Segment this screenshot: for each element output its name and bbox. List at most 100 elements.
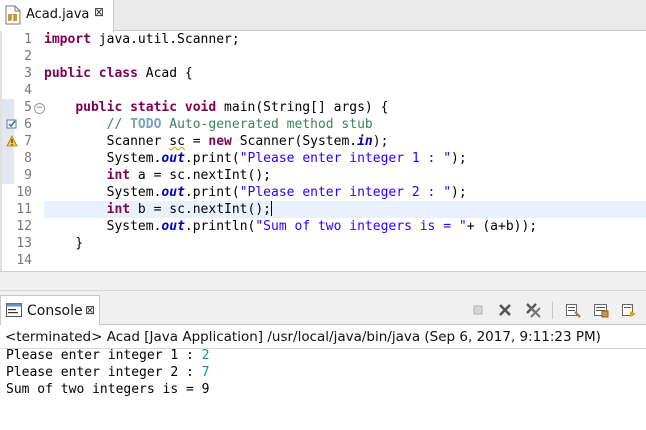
static-field: out xyxy=(161,151,185,166)
code-line: System.out.print("Please enter integer 1… xyxy=(44,150,467,167)
code-text: Scanner(System. xyxy=(231,134,358,149)
string-literal: "Please enter integer 1 : " xyxy=(239,151,452,166)
clear-console-icon[interactable] xyxy=(565,302,581,318)
code-text: b = sc.nextInt(); xyxy=(130,202,271,217)
line-number: 4 xyxy=(24,83,32,98)
line-number: 9 xyxy=(24,168,32,183)
static-field: out xyxy=(161,185,185,200)
line-number: 14 xyxy=(16,253,32,268)
remove-all-terminated-icon[interactable] xyxy=(525,302,541,318)
string-literal: "Please enter integer 2 : " xyxy=(239,185,452,200)
editor-tab-bar: J Acad.java ⊠ xyxy=(0,0,646,31)
keyword: int xyxy=(106,168,131,183)
console-output-line: Please enter integer 2 : 7 xyxy=(6,364,210,381)
console-tab[interactable]: Console ⊠ xyxy=(0,295,100,325)
line-number: 1 xyxy=(24,32,32,47)
process-status-label: <terminated> Acad [Java Application] /us… xyxy=(5,329,601,345)
editor-tab-acad-java[interactable]: J Acad.java ⊠ xyxy=(0,0,114,31)
close-icon[interactable]: ⊠ xyxy=(85,303,95,317)
code-text: = xyxy=(184,134,209,149)
code-text: main(String[] args) { xyxy=(216,100,389,115)
keyword: public xyxy=(44,66,91,81)
pin-console-icon[interactable] xyxy=(621,302,637,318)
line-number: 11 xyxy=(16,202,32,217)
remove-launch-icon[interactable] xyxy=(497,302,513,318)
code-text: ); xyxy=(451,151,467,166)
code-line: int a = sc.nextInt(); xyxy=(44,167,271,184)
todo-tag: TODO xyxy=(130,117,162,132)
code-line: // TODO Auto-generated method stub xyxy=(44,116,373,133)
stdout-text: Please enter integer 1 : xyxy=(6,348,202,363)
keyword: class xyxy=(98,66,138,81)
code-text: + (a+b)); xyxy=(466,219,538,234)
line-number: 10 xyxy=(16,185,32,200)
console-tab-title: Console xyxy=(27,303,83,319)
line-number: 5 xyxy=(24,100,32,115)
code-text: a = sc.nextInt(); xyxy=(130,168,271,183)
code-line: Scanner sc = new Scanner(System.in); xyxy=(44,133,389,150)
comment: Auto-generated method stub xyxy=(161,117,373,132)
console-output-line: Please enter integer 1 : 2 xyxy=(6,347,210,364)
line-number: 8 xyxy=(24,151,32,166)
code-text: ); xyxy=(372,134,389,149)
code-line: } xyxy=(44,235,83,252)
close-icon[interactable]: ⊠ xyxy=(94,5,104,19)
code-text: System. xyxy=(106,219,162,234)
static-field: in xyxy=(357,134,373,149)
code-text: ); xyxy=(451,185,467,200)
code-text: System. xyxy=(106,185,162,200)
console-output-line: Sum of two integers is = 9 xyxy=(6,381,210,398)
line-number: 13 xyxy=(16,236,32,251)
stdin-text: 2 xyxy=(201,348,210,363)
code-line-current: int b = sc.nextInt(); xyxy=(44,201,272,218)
code-line: public class Acad { xyxy=(44,65,193,82)
line-number: 2 xyxy=(24,49,32,64)
stdin-text: 7 xyxy=(201,365,210,380)
console-tab-bar: Console ⊠ xyxy=(0,291,646,325)
line-number: 3 xyxy=(24,66,32,81)
variable-with-warning: sc xyxy=(169,134,185,149)
line-number: 12 xyxy=(16,219,32,234)
code-editor[interactable]: 1 2 3 4 5 6 7 8 9 10 11 12 13 14 − impor… xyxy=(0,31,646,287)
view-divider[interactable] xyxy=(0,271,646,291)
java-file-icon: J xyxy=(5,5,21,25)
code-line: System.out.println("Sum of two integers … xyxy=(44,218,538,235)
string-literal: "Sum of two integers is = " xyxy=(255,219,467,234)
line-number: 7 xyxy=(24,134,32,149)
keyword: public xyxy=(75,100,123,115)
keyword: static xyxy=(130,100,178,115)
code-text: .print( xyxy=(184,151,240,166)
keyword: void xyxy=(184,100,217,115)
code-line: public static void main(String[] args) { xyxy=(44,99,388,116)
console-output-area[interactable]: <terminated> Acad [Java Application] /us… xyxy=(0,325,646,430)
code-text: .println( xyxy=(184,219,256,234)
line-number-gutter: 1 2 3 4 5 6 7 8 9 10 11 12 13 14 xyxy=(2,31,42,271)
code-text: Acad { xyxy=(137,66,193,81)
stdout-text: Sum of two integers is = 9 xyxy=(6,382,210,397)
code-text: } xyxy=(44,236,84,251)
text-caret xyxy=(271,201,272,216)
code-text: Scanner xyxy=(106,134,170,149)
static-field: out xyxy=(161,219,185,234)
comment: // xyxy=(106,117,131,132)
editor-tab-title: Acad.java xyxy=(26,7,90,22)
keyword: import xyxy=(44,32,91,47)
code-text: java.util.Scanner; xyxy=(90,32,240,47)
code-text: .print( xyxy=(184,185,240,200)
keyword: int xyxy=(106,202,131,217)
code-line: import java.util.Scanner; xyxy=(44,31,240,48)
code-line: System.out.print("Please enter integer 2… xyxy=(44,184,467,201)
code-text: System. xyxy=(106,151,162,166)
keyword: new xyxy=(208,134,232,149)
console-icon xyxy=(6,303,22,317)
scroll-lock-icon[interactable] xyxy=(593,302,609,318)
terminate-icon[interactable] xyxy=(470,302,486,318)
